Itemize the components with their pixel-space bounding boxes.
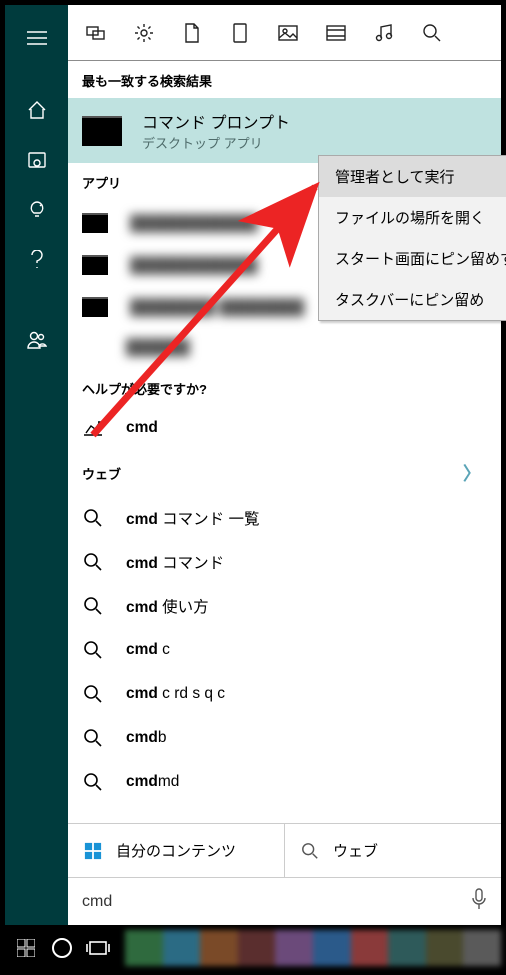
web-suggestion[interactable]: cmd 使い方 <box>68 584 501 628</box>
web-tab[interactable]: ウェブ <box>284 824 501 877</box>
chevron-right-icon: 〉 <box>463 460 487 486</box>
web-suggestion[interactable]: cmd c rd s q c <box>68 672 501 716</box>
search-icon <box>82 639 104 661</box>
start-button[interactable] <box>13 935 39 961</box>
documents-filter-icon[interactable] <box>182 23 202 43</box>
web-header: ウェブ <box>82 464 121 483</box>
cmd-thumb-icon <box>82 297 108 317</box>
web-header-row[interactable]: ウェブ 〉 <box>68 450 501 494</box>
home-icon[interactable] <box>5 85 68 135</box>
photos-filter-icon[interactable] <box>278 23 298 43</box>
hamburger-icon[interactable] <box>5 13 68 63</box>
cmd-thumb-icon <box>82 213 108 233</box>
search-icon <box>82 771 104 793</box>
ctx-run-as-admin[interactable]: 管理者として実行 <box>319 156 506 197</box>
bottom-tabs: 自分のコンテンツ ウェブ <box>68 823 501 877</box>
help-header: ヘルプが必要ですか? <box>68 369 501 406</box>
my-content-tab[interactable]: 自分のコンテンツ <box>68 824 284 877</box>
cortana-icon[interactable] <box>49 935 75 961</box>
apps-filter-icon[interactable] <box>86 23 106 43</box>
best-match-header: 最も一致する検索結果 <box>68 61 501 98</box>
ctx-open-file-location[interactable]: ファイルの場所を開く <box>319 197 506 238</box>
search-icon <box>82 551 104 573</box>
help-icon[interactable] <box>5 235 68 285</box>
search-icon <box>82 727 104 749</box>
app-item[interactable]: ██████ <box>68 328 501 367</box>
main-panel: 最も一致する検索結果 コマンド プロンプト デスクトップ アプリ アプリ ███… <box>68 5 501 925</box>
microphone-icon[interactable] <box>471 888 487 915</box>
ctx-pin-to-start[interactable]: スタート画面にピン留めする <box>319 238 506 279</box>
camera-icon[interactable] <box>5 135 68 185</box>
music-filter-icon[interactable] <box>374 23 394 43</box>
best-match-item[interactable]: コマンド プロンプト デスクトップ アプリ <box>68 98 501 163</box>
cmd-thumb-icon <box>82 255 108 275</box>
search-icon <box>82 683 104 705</box>
bulb-icon[interactable] <box>5 185 68 235</box>
settings-filter-icon[interactable] <box>134 23 154 43</box>
device-filter-icon[interactable] <box>230 23 250 43</box>
task-view-icon[interactable] <box>85 935 111 961</box>
videos-filter-icon[interactable] <box>326 23 346 43</box>
web-suggestion[interactable]: cmd コマンド 一覧 <box>68 496 501 540</box>
web-suggestion[interactable]: cmd c <box>68 628 501 672</box>
web-suggestion[interactable]: cmdb <box>68 716 501 760</box>
taskbar-apps-blurred <box>125 930 501 966</box>
best-match-title: コマンド プロンプト <box>142 109 290 133</box>
web-suggestion[interactable]: cmdmd <box>68 760 501 804</box>
people-icon[interactable] <box>5 315 68 365</box>
search-icon <box>301 842 319 860</box>
help-item[interactable]: cmd <box>68 406 501 450</box>
taskbar <box>5 925 501 970</box>
search-filter-icon[interactable] <box>422 23 442 43</box>
search-icon <box>82 595 104 617</box>
best-match-subtitle: デスクトップ アプリ <box>142 133 290 152</box>
chart-icon <box>82 417 104 439</box>
sidebar <box>5 5 68 925</box>
search-icon <box>82 507 104 529</box>
ctx-pin-to-taskbar[interactable]: タスクバーにピン留め <box>319 279 506 320</box>
context-menu: 管理者として実行 ファイルの場所を開く スタート画面にピン留めする タスクバーに… <box>318 155 506 321</box>
web-suggestion[interactable]: cmd コマンド <box>68 540 501 584</box>
cmd-thumb-icon <box>82 116 122 146</box>
web-list: cmd コマンド 一覧cmd コマンドcmd 使い方cmd ccmd c rd … <box>68 494 501 806</box>
windows-logo-icon <box>84 842 102 860</box>
filter-toolbar <box>68 5 501 60</box>
search-input-value: cmd <box>82 893 112 911</box>
search-input-bar[interactable]: cmd <box>68 877 501 925</box>
